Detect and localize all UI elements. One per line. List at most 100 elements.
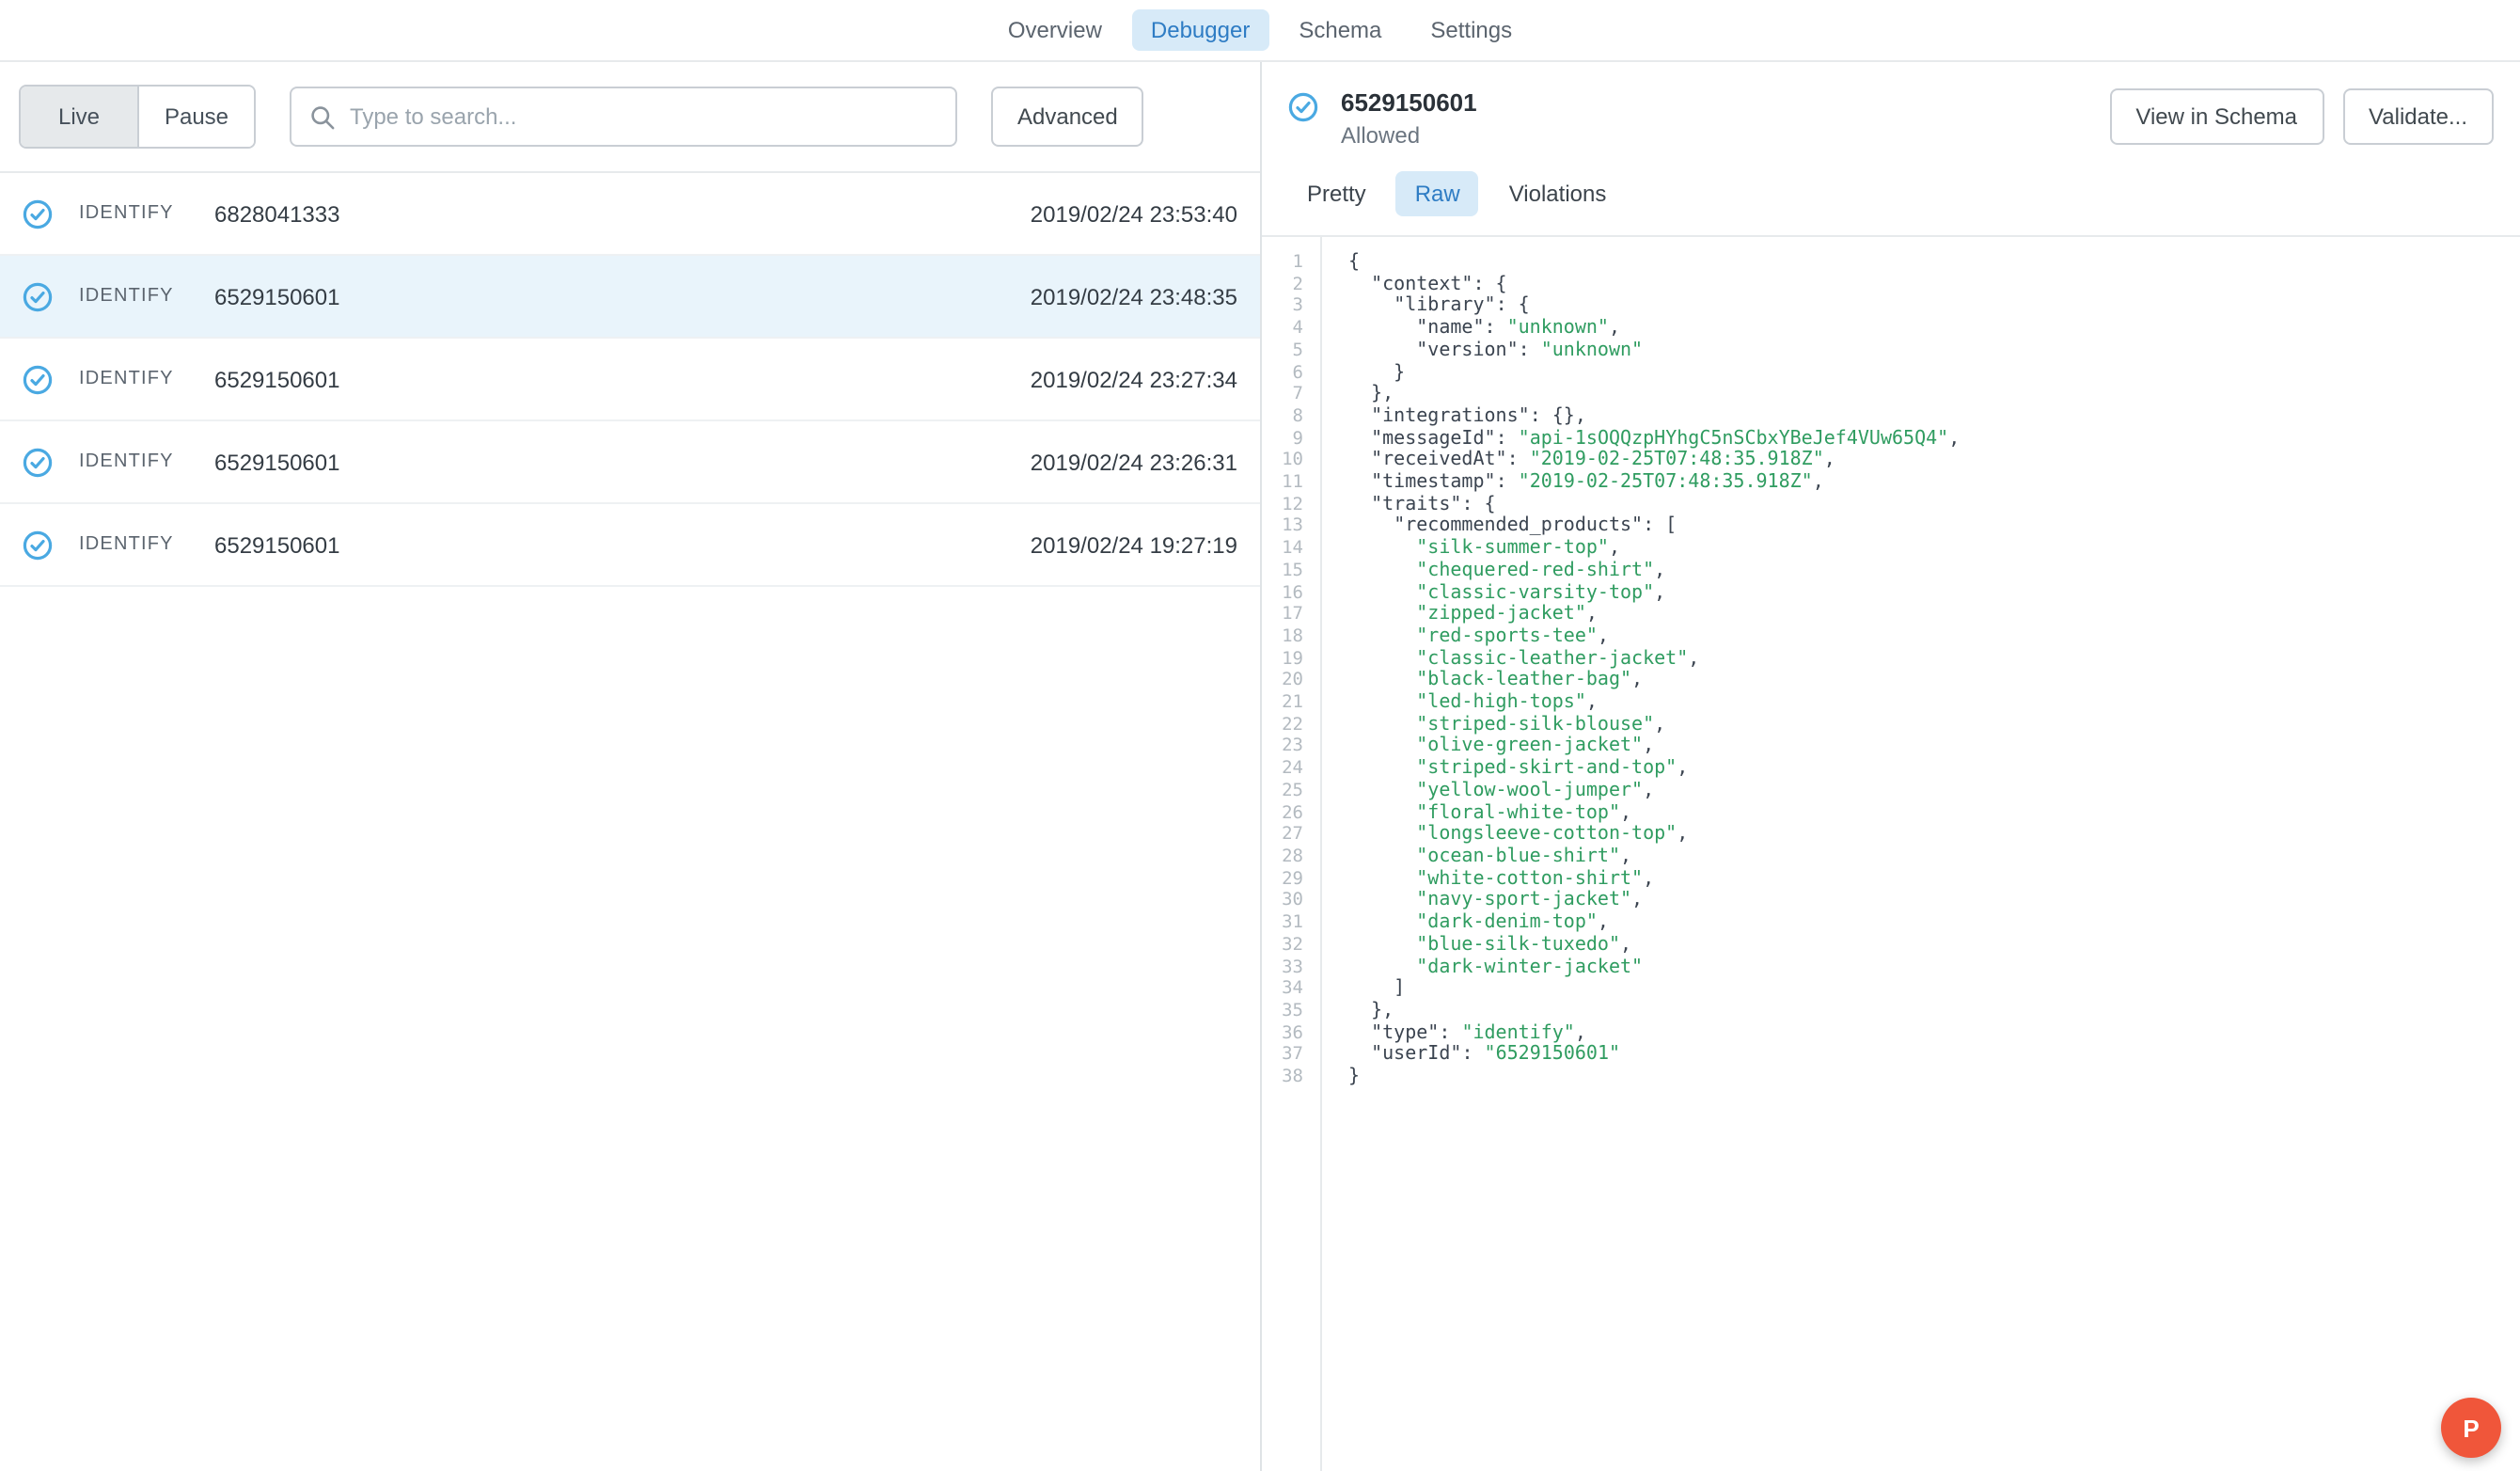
line-number: 16 (1282, 582, 1303, 604)
detail-actions: View in Schema Validate... (2109, 88, 2494, 145)
live-button[interactable]: Live (21, 87, 137, 147)
event-type: IDENTIFY (79, 534, 174, 555)
line-number: 3 (1292, 295, 1303, 317)
event-timestamp: 2019/02/24 23:26:31 (1030, 449, 1237, 475)
event-type: IDENTIFY (79, 203, 174, 224)
line-number: 12 (1282, 494, 1303, 515)
code-line: "dark-denim-top", (1416, 912, 1609, 934)
line-number: 4 (1292, 318, 1303, 340)
tab-schema[interactable]: Schema (1280, 9, 1400, 51)
line-numbers: 1 2 3 4 5 6 7 8 9 10 11 12 13 14 15 16 17 18 19 20 21 22 23 24 2… (1262, 237, 1322, 1471)
code-line: "messageId": "api-1sOQQzpHYhgC5nSCbxYBeJ… (1371, 428, 1961, 450)
code-line: "chequered-red-shirt", (1416, 560, 1666, 581)
top-nav: Overview Debugger Schema Settings (0, 0, 2520, 62)
code-line: "black-leather-bag", (1416, 670, 1644, 691)
line-number: 13 (1282, 515, 1303, 537)
pause-button[interactable]: Pause (137, 87, 254, 147)
check-circle-icon (23, 198, 53, 229)
line-number: 14 (1282, 538, 1303, 560)
event-row[interactable]: IDENTIFY 6828041333 2019/02/24 23:53:40 (0, 173, 1260, 256)
line-number: 26 (1282, 802, 1303, 824)
code-line: "blue-silk-tuxedo", (1416, 934, 1632, 956)
event-user-id: 6828041333 (214, 200, 340, 227)
code-line: "zipped-jacket", (1416, 604, 1598, 625)
code-line: "type": "identify", (1371, 1022, 1586, 1044)
event-timestamp: 2019/02/24 23:48:35 (1030, 283, 1237, 309)
line-number: 31 (1282, 912, 1303, 934)
code-line: "context": { (1371, 274, 1507, 295)
code-viewer[interactable]: 1 2 3 4 5 6 7 8 9 10 11 12 13 14 15 16 17 18 19 20 21 22 23 24 2… (1262, 237, 2520, 1471)
detail-tabs: Pretty Raw Violations (1262, 164, 2520, 237)
code-line: "red-sports-tee", (1416, 625, 1609, 647)
search-icon (311, 105, 335, 129)
tab-settings[interactable]: Settings (1411, 9, 1531, 51)
search-box[interactable] (290, 87, 957, 147)
event-row[interactable]: IDENTIFY 6529150601 2019/02/24 23:26:31 (0, 421, 1260, 504)
check-circle-icon (23, 364, 53, 394)
line-number: 32 (1282, 934, 1303, 956)
event-user-id: 6529150601 (214, 283, 340, 309)
event-row[interactable]: IDENTIFY 6529150601 2019/02/24 19:27:19 (0, 504, 1260, 587)
code-line: "recommended_products": [ (1394, 515, 1677, 537)
tab-raw[interactable]: Raw (1395, 171, 1479, 216)
line-number: 37 (1282, 1044, 1303, 1066)
search-input[interactable] (350, 103, 937, 130)
event-user-id: 6529150601 (214, 366, 340, 392)
check-circle-icon (23, 447, 53, 477)
live-pause-toggle: Live Pause (19, 85, 256, 149)
event-timestamp: 2019/02/24 23:27:34 (1030, 366, 1237, 392)
code-line: "ocean-blue-shirt", (1416, 846, 1632, 867)
code-line: "striped-skirt-and-top", (1416, 758, 1689, 780)
intercom-launcher-button[interactable]: P (2441, 1398, 2501, 1458)
code-line: "yellow-wool-jumper", (1416, 780, 1655, 801)
main-content: Live Pause Advanced IDENTIFY 6828041333 (0, 62, 2520, 1471)
code-line: ] (1348, 978, 1406, 1000)
line-number: 29 (1282, 868, 1303, 890)
tab-overview[interactable]: Overview (989, 9, 1121, 51)
detail-header: 6529150601 Allowed View in Schema Valida… (1262, 62, 2520, 164)
tab-pretty[interactable]: Pretty (1288, 171, 1385, 216)
code-line: "floral-white-top", (1416, 802, 1632, 824)
event-timestamp: 2019/02/24 23:53:40 (1030, 200, 1237, 227)
view-in-schema-button[interactable]: View in Schema (2109, 88, 2324, 145)
line-number: 34 (1282, 978, 1303, 1000)
line-number: 19 (1282, 648, 1303, 670)
line-number: 17 (1282, 604, 1303, 625)
code-line: "navy-sport-jacket", (1416, 890, 1644, 911)
check-circle-icon (23, 281, 53, 311)
advanced-button[interactable]: Advanced (991, 87, 1144, 147)
code-line: "olive-green-jacket", (1416, 736, 1655, 757)
event-timestamp: 2019/02/24 19:27:19 (1030, 531, 1237, 558)
line-number: 15 (1282, 560, 1303, 581)
code-line: "receivedAt": "2019-02-25T07:48:35.918Z"… (1371, 450, 1835, 471)
code-lines: { "context": { "library": { "name": "unk… (1322, 237, 2520, 1471)
code-line: }, (1348, 1000, 1394, 1021)
status-badge: Allowed (1341, 122, 1421, 149)
code-line: "white-cotton-shirt", (1416, 868, 1655, 890)
detail-title: 6529150601 (1341, 88, 1477, 117)
tab-debugger[interactable]: Debugger (1131, 9, 1269, 51)
event-user-id: 6529150601 (214, 449, 340, 475)
tab-violations[interactable]: Violations (1490, 171, 1626, 216)
code-line: { (1348, 252, 1361, 273)
event-toolbar: Live Pause Advanced (0, 62, 1260, 173)
app-window: Overview Debugger Schema Settings Live P… (0, 0, 2520, 1471)
code-line: "integrations": {}, (1371, 405, 1586, 427)
event-row[interactable]: IDENTIFY 6529150601 2019/02/24 23:27:34 (0, 339, 1260, 421)
code-line: "classic-leather-jacket", (1416, 648, 1700, 670)
code-line: "silk-summer-top", (1416, 538, 1621, 560)
event-row-selected[interactable]: IDENTIFY 6529150601 2019/02/24 23:48:35 (0, 256, 1260, 339)
line-number: 22 (1282, 714, 1303, 736)
code-line: "dark-winter-jacket" (1416, 957, 1644, 977)
line-number: 23 (1282, 736, 1303, 757)
line-number: 25 (1282, 780, 1303, 801)
line-number: 38 (1282, 1067, 1303, 1088)
event-detail-panel: 6529150601 Allowed View in Schema Valida… (1262, 62, 2520, 1471)
code-line: } (1348, 362, 1406, 384)
line-number: 8 (1292, 405, 1303, 427)
validate-button[interactable]: Validate... (2342, 88, 2494, 145)
event-list: IDENTIFY 6828041333 2019/02/24 23:53:40 … (0, 173, 1260, 1471)
code-line: "timestamp": "2019-02-25T07:48:35.918Z", (1371, 472, 1824, 494)
code-line: "userId": "6529150601" (1371, 1044, 1621, 1066)
code-line: "traits": { (1371, 494, 1496, 515)
